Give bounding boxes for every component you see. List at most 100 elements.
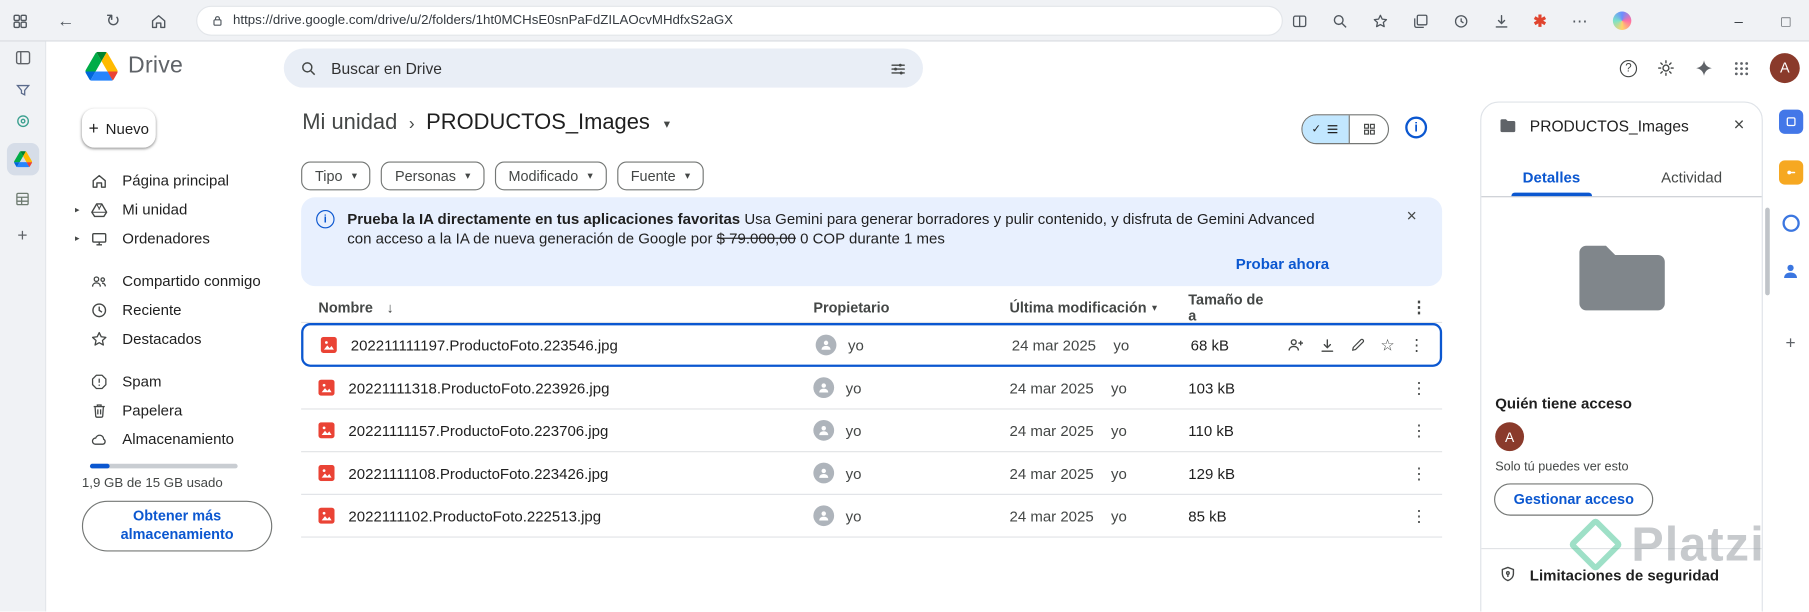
minimize-button[interactable]: – (1721, 0, 1756, 42)
sidebar-item-computers[interactable]: ▸ Ordenadores (46, 224, 284, 253)
column-owner[interactable]: Propietario (813, 299, 889, 315)
workspaces-icon[interactable] (12, 12, 29, 29)
collections-icon[interactable] (1412, 12, 1429, 29)
security-section[interactable]: Limitaciones de seguridad (1481, 548, 1761, 584)
star-icon[interactable]: ☆ (1380, 335, 1394, 355)
sidebar-item-shared[interactable]: Compartido conmigo (46, 267, 284, 296)
split-screen-icon[interactable] (1291, 12, 1308, 29)
url-input[interactable] (233, 14, 1268, 28)
owner-label: yo (846, 464, 862, 481)
image-file-icon (321, 337, 337, 353)
sidebar-app-ring-icon[interactable] (1782, 215, 1799, 232)
try-now-link[interactable]: Probar ahora (1236, 255, 1329, 272)
rail-add-icon[interactable]: + (17, 226, 27, 246)
filter-chip-type[interactable]: Tipo▾ (301, 162, 371, 191)
row-kebab-icon[interactable]: ⋮ (1409, 335, 1425, 355)
screen: ← ↻ (0, 0, 1809, 611)
pages-panel-icon[interactable] (13, 48, 31, 66)
file-size: 103 kB (1188, 379, 1275, 396)
sidebar-item-starred[interactable]: Destacados (46, 324, 284, 353)
file-name: 2022111102.ProductoFoto.222513.jpg (348, 507, 601, 524)
tab-details[interactable]: Detalles (1481, 158, 1621, 196)
modified-date: 24 mar 2025 (1009, 464, 1093, 481)
get-more-storage-button[interactable]: Obtener más almacenamiento (82, 501, 272, 552)
breadcrumb-current[interactable]: PRODUCTOS_Images (426, 111, 650, 136)
sidebar-item-spam[interactable]: Spam (46, 367, 284, 396)
sheets-tool-icon[interactable] (14, 190, 31, 207)
column-name[interactable]: Nombre (318, 299, 372, 315)
sidebar-item-home[interactable]: Página principal (46, 166, 284, 195)
column-modified[interactable]: Última modificación (1009, 299, 1146, 315)
search-input[interactable] (331, 59, 876, 76)
sidebar-add-icon[interactable]: + (1785, 333, 1795, 353)
list-view-button[interactable]: ✓ (1303, 115, 1349, 143)
tab-activity[interactable]: Actividad (1622, 158, 1762, 196)
back-icon[interactable]: ← (55, 11, 76, 31)
settings-gear-icon[interactable] (1657, 59, 1675, 77)
image-file-icon (318, 508, 334, 524)
access-avatar[interactable]: A (1495, 422, 1524, 451)
row-kebab-icon[interactable]: ⋮ (1411, 378, 1427, 398)
apps-grid-icon[interactable] (1733, 59, 1750, 76)
sidebar-item-storage[interactable]: Almacenamiento (46, 425, 284, 454)
expander-icon[interactable]: ▸ (75, 233, 80, 243)
maximize-button[interactable]: □ (1769, 0, 1804, 42)
table-row[interactable]: 20221111108.ProductoFoto.223426.jpg yo 2… (301, 452, 1442, 495)
column-size[interactable]: Tamaño de a (1188, 291, 1263, 323)
row-kebab-icon[interactable]: ⋮ (1411, 506, 1427, 526)
sort-arrow-icon[interactable]: ↓ (387, 299, 394, 315)
search-icon[interactable] (300, 59, 317, 76)
table-row[interactable]: 20221111318.ProductoFoto.223926.jpg yo 2… (301, 367, 1442, 410)
favorites-star-icon[interactable] (1372, 12, 1389, 29)
new-button[interactable]: + Nuevo (82, 108, 156, 147)
share-icon[interactable] (1287, 336, 1305, 354)
filter-chip-people[interactable]: Personas▾ (381, 162, 484, 191)
sidebar-app-person-icon[interactable] (1781, 262, 1799, 280)
copilot-icon[interactable] (1613, 12, 1631, 30)
table-row[interactable]: 2022111102.ProductoFoto.222513.jpg yo 24… (301, 495, 1442, 538)
manage-access-button[interactable]: Gestionar acceso (1494, 483, 1653, 515)
table-row-selected[interactable]: 202211111197.ProductoFoto.223546.jpg yo … (301, 323, 1442, 367)
banner-close-icon[interactable]: × (1407, 207, 1417, 227)
extension-icon[interactable]: ✱ (1533, 11, 1547, 31)
folder-menu-caret-icon[interactable]: ▾ (664, 116, 670, 131)
help-icon[interactable]: ? (1620, 59, 1637, 76)
rename-pencil-icon[interactable] (1350, 337, 1366, 353)
file-table: Nombre ↓ Propietario Última modificación… (301, 293, 1442, 538)
scrollbar-thumb[interactable] (1765, 208, 1770, 296)
details-info-icon[interactable]: i (1405, 117, 1427, 139)
expander-icon[interactable]: ▸ (75, 204, 80, 214)
url-bar[interactable] (196, 6, 1283, 36)
breadcrumb-root[interactable]: Mi unidad (302, 111, 397, 136)
history-icon[interactable] (1453, 12, 1470, 29)
refresh-icon[interactable]: ↻ (103, 10, 124, 31)
filter-chip-source[interactable]: Fuente▾ (617, 162, 704, 191)
grid-view-button[interactable] (1349, 115, 1388, 143)
download-icon[interactable] (1319, 336, 1336, 353)
grid-view-icon (1362, 122, 1376, 136)
home-icon[interactable] (150, 12, 167, 29)
sidebar-item-trash[interactable]: Papelera (46, 396, 284, 425)
drive-brand[interactable]: Drive (85, 52, 183, 81)
apps-tool-icon[interactable] (14, 113, 30, 129)
filter-tool-icon[interactable] (14, 82, 30, 98)
search-zoom-icon[interactable] (1331, 12, 1348, 29)
row-kebab-icon[interactable]: ⋮ (1411, 463, 1427, 483)
header-kebab-icon[interactable]: ⋮ (1411, 298, 1427, 318)
sidebar-item-my-drive[interactable]: ▸ Mi unidad (46, 195, 284, 224)
sidebar-app-orange-tile[interactable] (1778, 160, 1802, 184)
row-kebab-icon[interactable]: ⋮ (1411, 421, 1427, 441)
details-close-icon[interactable]: × (1734, 115, 1745, 136)
search-bar[interactable] (284, 48, 923, 87)
account-avatar[interactable]: A (1770, 53, 1800, 83)
sidebar-item-recent[interactable]: Reciente (46, 295, 284, 324)
drive-app-tile[interactable] (6, 143, 38, 175)
filter-chip-modified[interactable]: Modificado▾ (495, 162, 607, 191)
browser-menu-icon[interactable]: ⋯ (1570, 11, 1590, 31)
table-row[interactable]: 20221111157.ProductoFoto.223706.jpg yo 2… (301, 410, 1442, 453)
caret-down-icon: ▾ (1152, 302, 1157, 312)
search-options-icon[interactable] (890, 59, 907, 76)
gemini-sparkle-icon[interactable] (1695, 59, 1713, 77)
downloads-icon[interactable] (1493, 12, 1510, 29)
sidebar-app-blue-tile[interactable] (1778, 110, 1802, 134)
